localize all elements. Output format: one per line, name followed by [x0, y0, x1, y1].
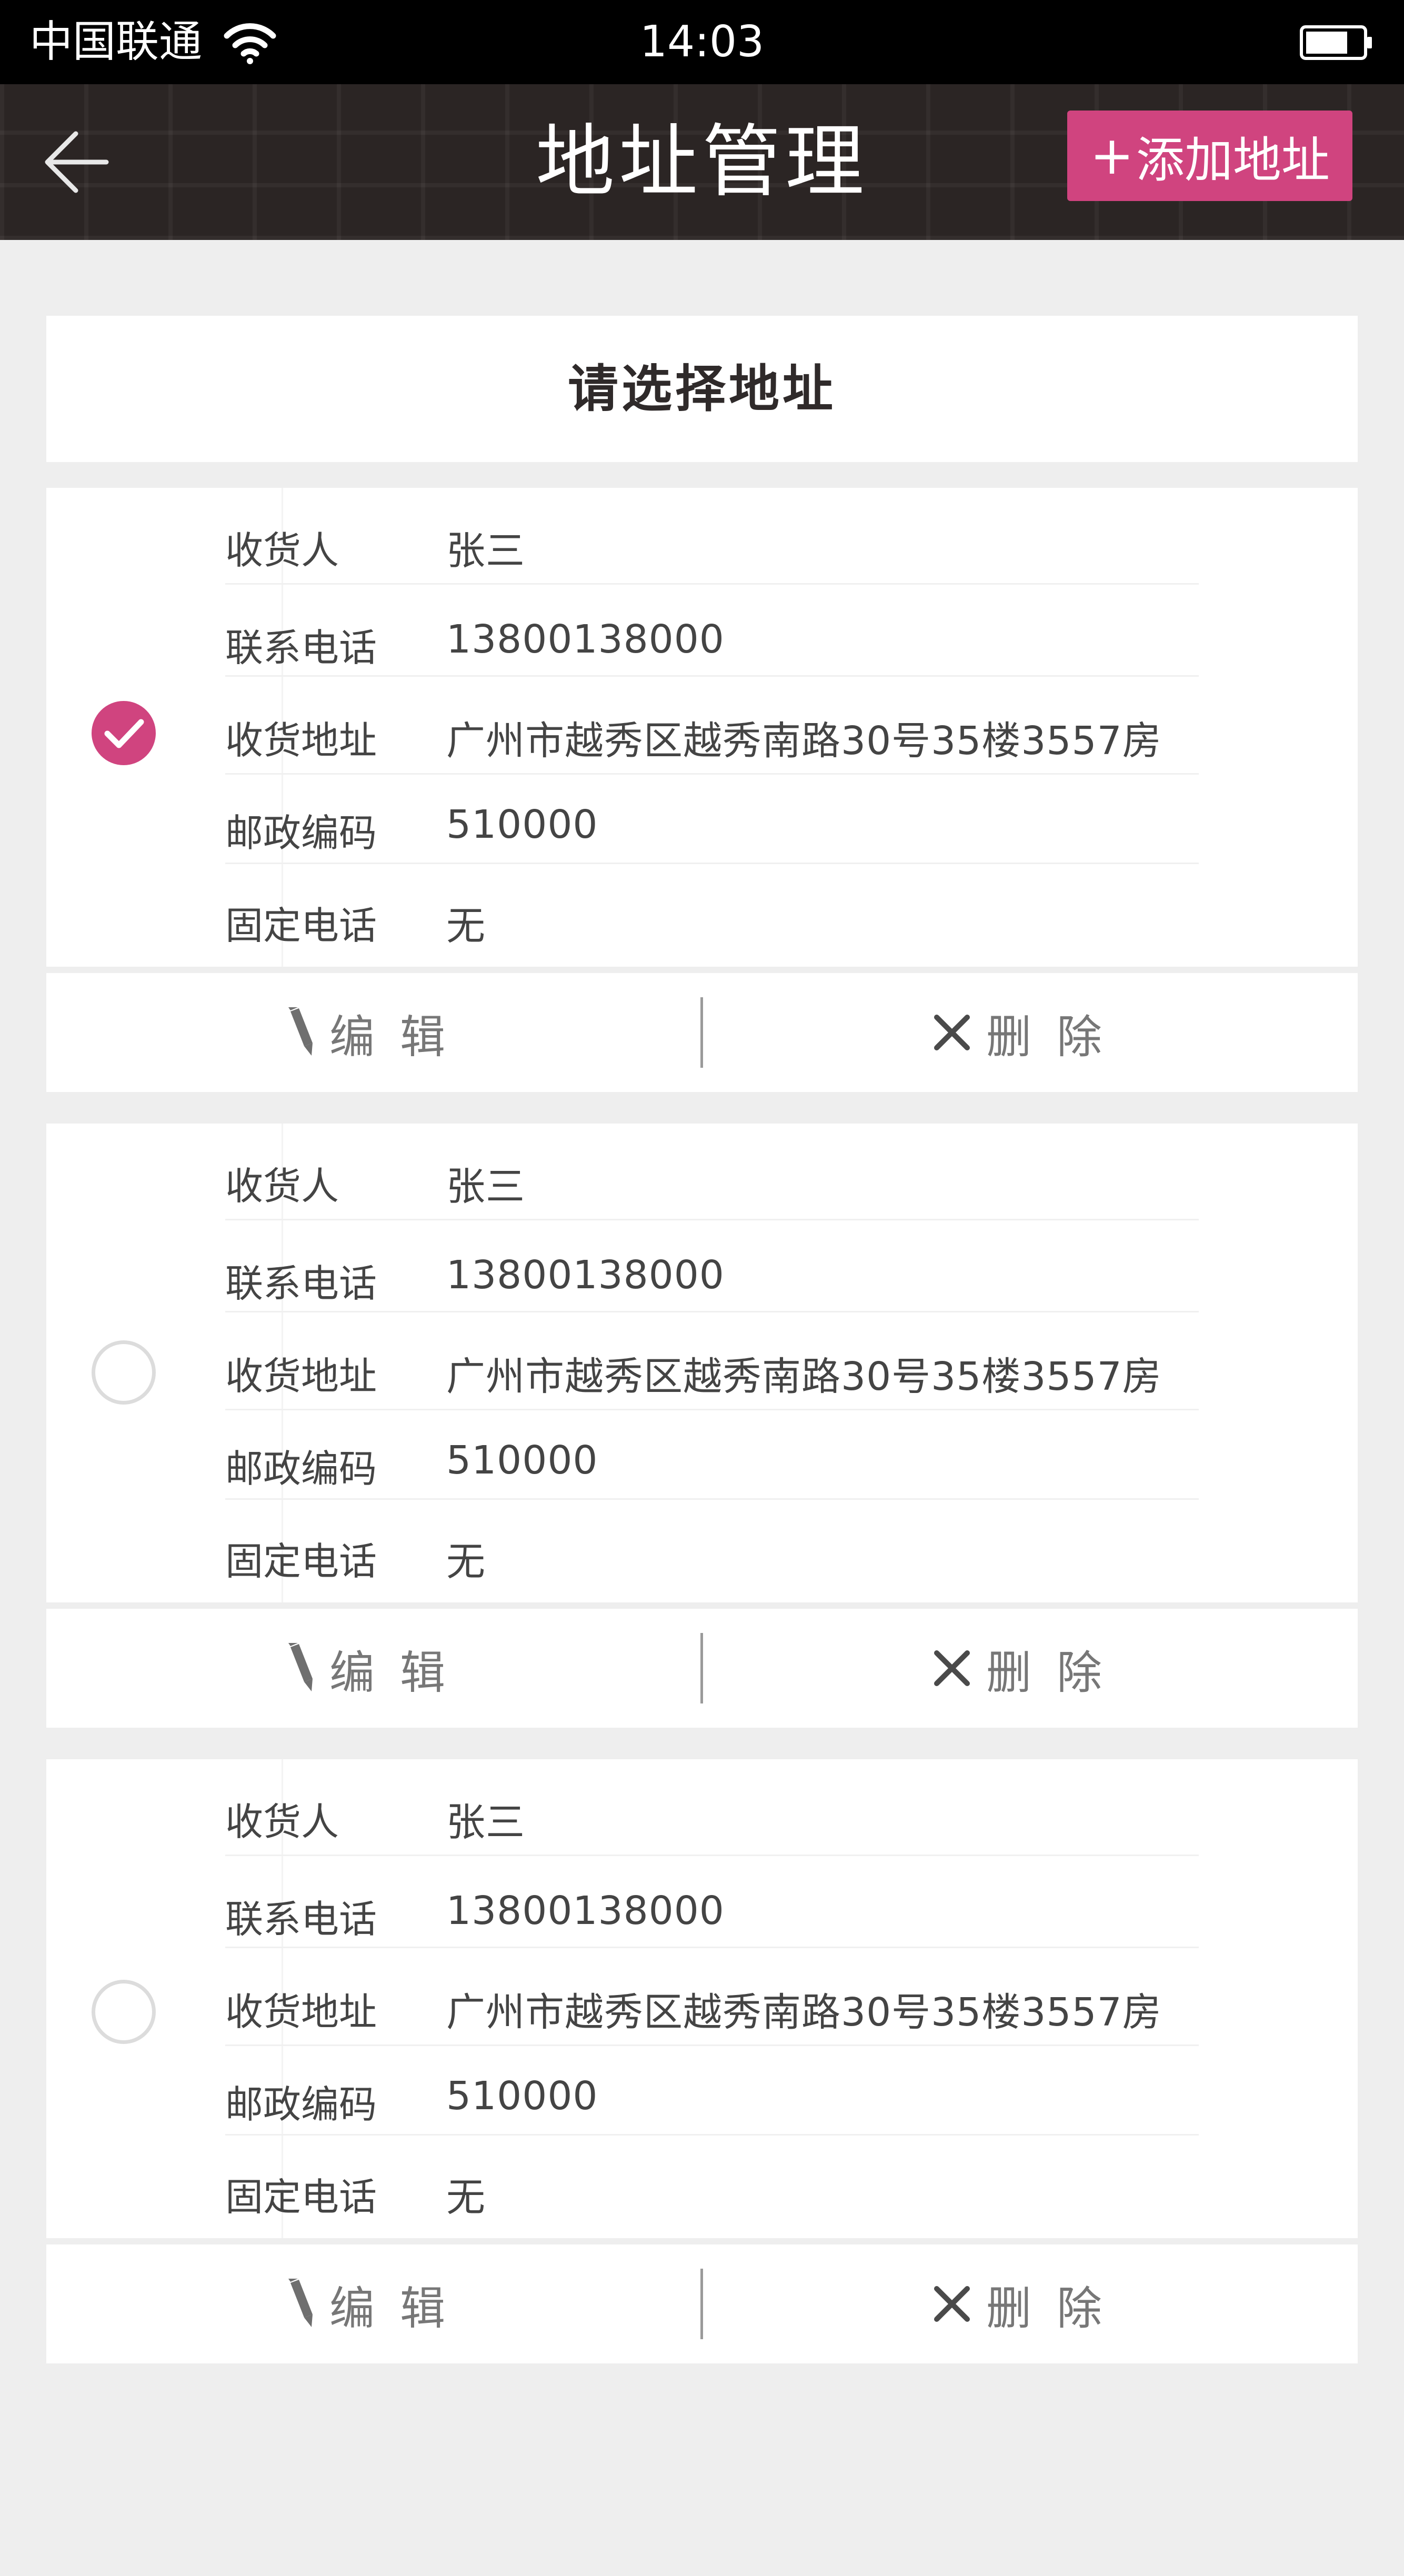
recipient-label: 收货人 — [225, 1164, 339, 1208]
landline-label: 固定电话 — [225, 1539, 377, 1583]
postcode-value: 510000 — [446, 802, 598, 847]
edit-label: 编辑 — [329, 1010, 470, 1064]
postcode-label: 邮政编码 — [225, 811, 377, 855]
phone-row: 联系电话 13800138000 — [225, 617, 1199, 677]
check-icon — [104, 719, 144, 748]
add-address-button[interactable]: + 添加地址 — [1067, 111, 1352, 201]
edit-label: 编辑 — [329, 2282, 470, 2335]
select-radio-checked[interactable] — [92, 701, 156, 765]
recipient-row: 收货人 张三 — [225, 519, 1199, 585]
nav-bar: 地址管理 + 添加地址 — [0, 84, 1404, 240]
address-row: 收货地址 广州市越秀区越秀南路30号35楼3557房 — [225, 709, 1199, 775]
delete-label: 删除 — [986, 2282, 1127, 2335]
delete-label: 删除 — [986, 1646, 1127, 1699]
select-address-heading: 请选择地址 — [46, 316, 1358, 462]
recipient-value: 张三 — [446, 1800, 525, 1845]
recipient-value: 张三 — [446, 528, 525, 574]
address-card: 收货人 张三 联系电话 13800138000 收货地址 广州市越秀区越秀南路3… — [46, 488, 1358, 1092]
recipient-value: 张三 — [446, 1164, 525, 1209]
edit-label: 编辑 — [329, 1646, 470, 1699]
address-label: 收货地址 — [225, 718, 377, 763]
pencil-icon — [288, 1643, 313, 1691]
postcode-row: 邮政编码 510000 — [225, 1438, 1199, 1500]
postcode-label: 邮政编码 — [225, 2082, 377, 2127]
landline-value: 无 — [446, 904, 486, 949]
landline-row: 固定电话 无 — [225, 2166, 1199, 2224]
battery-icon — [1300, 25, 1372, 60]
close-icon — [934, 1015, 970, 1050]
address-card: 收货人 张三 联系电话 13800138000 收货地址 广州市越秀区越秀南路3… — [46, 1759, 1358, 2363]
landline-value: 无 — [446, 2175, 486, 2220]
landline-row: 固定电话 无 — [225, 895, 1199, 953]
phone-value: 13800138000 — [446, 1252, 725, 1298]
address-label: 收货地址 — [225, 1990, 377, 2034]
address-row: 收货地址 广州市越秀区越秀南路30号35楼3557房 — [225, 1981, 1199, 2046]
landline-label: 固定电话 — [225, 904, 377, 948]
landline-label: 固定电话 — [225, 2175, 377, 2219]
phone-value: 13800138000 — [446, 617, 725, 662]
landline-value: 无 — [446, 1539, 486, 1585]
postcode-value: 510000 — [446, 1438, 598, 1483]
status-time: 14:03 — [639, 17, 765, 67]
postcode-value: 510000 — [446, 2073, 598, 2119]
address-info[interactable]: 收货人 张三 联系电话 13800138000 收货地址 广州市越秀区越秀南路3… — [46, 1759, 1358, 2238]
card-actions: 编辑 删除 — [46, 973, 1358, 1092]
pencil-icon — [288, 2279, 313, 2327]
edit-button[interactable]: 编辑 — [46, 2244, 702, 2363]
phone-label: 联系电话 — [225, 626, 377, 670]
recipient-label: 收货人 — [225, 1800, 339, 1844]
address-card: 收货人 张三 联系电话 13800138000 收货地址 广州市越秀区越秀南路3… — [46, 1124, 1358, 1728]
recipient-label: 收货人 — [225, 528, 339, 573]
recipient-row: 收货人 张三 — [225, 1791, 1199, 1856]
plus-icon: + — [1090, 125, 1134, 186]
address-info[interactable]: 收货人 张三 联系电话 13800138000 收货地址 广州市越秀区越秀南路3… — [46, 488, 1358, 967]
card-actions: 编辑 删除 — [46, 2244, 1358, 2363]
delete-label: 删除 — [986, 1010, 1127, 1064]
phone-label: 联系电话 — [225, 1897, 377, 1941]
status-bar: 中国联通 14:03 — [0, 0, 1404, 84]
card-actions: 编辑 删除 — [46, 1609, 1358, 1728]
select-radio[interactable] — [92, 1340, 156, 1405]
phone-value: 13800138000 — [446, 1888, 725, 1933]
close-icon — [934, 2286, 970, 2322]
landline-row: 固定电话 无 — [225, 1530, 1199, 1588]
add-address-label: 添加地址 — [1136, 132, 1330, 188]
delete-button[interactable]: 删除 — [702, 973, 1358, 1092]
edit-button[interactable]: 编辑 — [46, 1609, 702, 1728]
phone-row: 联系电话 13800138000 — [225, 1888, 1199, 1948]
pencil-icon — [288, 1007, 313, 1056]
delete-button[interactable]: 删除 — [702, 2244, 1358, 2363]
address-row: 收货地址 广州市越秀区越秀南路30号35楼3557房 — [225, 1345, 1199, 1410]
phone-label: 联系电话 — [225, 1261, 377, 1306]
delete-button[interactable]: 删除 — [702, 1609, 1358, 1728]
postcode-row: 邮政编码 510000 — [225, 802, 1199, 864]
postcode-row: 邮政编码 510000 — [225, 2073, 1199, 2136]
select-radio[interactable] — [92, 1980, 156, 2044]
recipient-row: 收货人 张三 — [225, 1155, 1199, 1220]
address-value: 广州市越秀区越秀南路30号35楼3557房 — [446, 718, 1162, 764]
postcode-label: 邮政编码 — [225, 1447, 377, 1491]
phone-row: 联系电话 13800138000 — [225, 1252, 1199, 1312]
address-label: 收货地址 — [225, 1354, 377, 1398]
close-icon — [934, 1650, 970, 1686]
edit-button[interactable]: 编辑 — [46, 973, 702, 1092]
address-value: 广州市越秀区越秀南路30号35楼3557房 — [446, 1990, 1162, 2035]
address-info[interactable]: 收货人 张三 联系电话 13800138000 收货地址 广州市越秀区越秀南路3… — [46, 1124, 1358, 1602]
address-value: 广州市越秀区越秀南路30号35楼3557房 — [446, 1354, 1162, 1399]
